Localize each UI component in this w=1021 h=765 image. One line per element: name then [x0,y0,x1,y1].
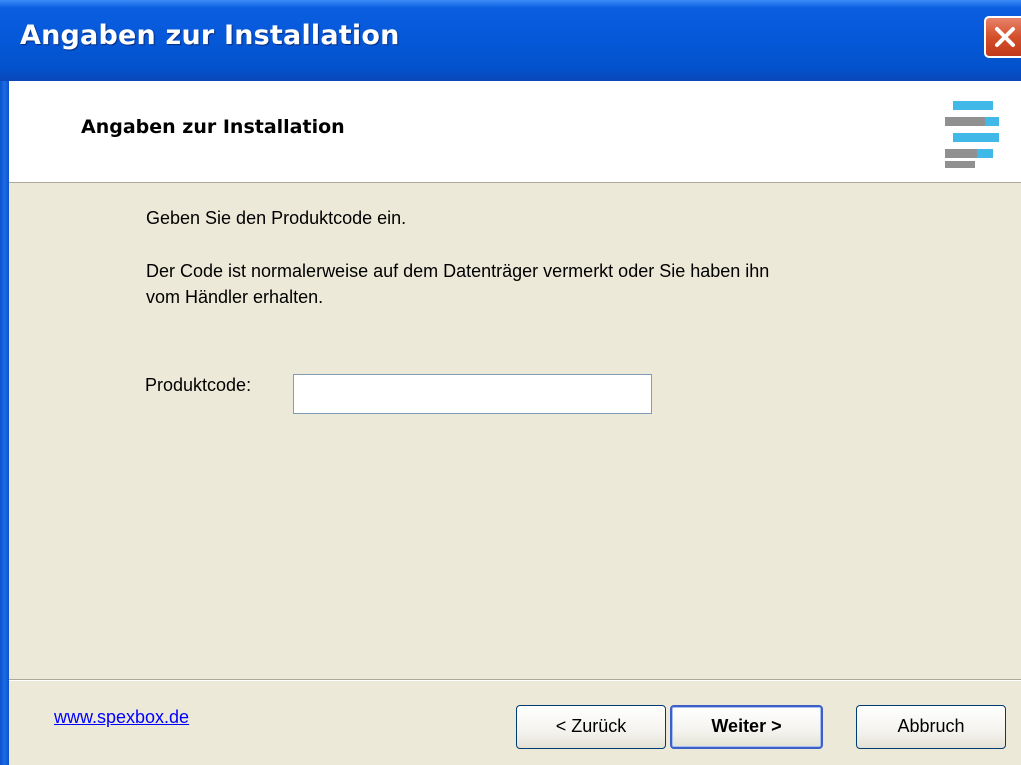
product-code-label: Produktcode: [145,375,252,395]
instruction-text: Geben Sie den Produktcode ein. [146,208,407,228]
setup-logo-icon [945,101,999,168]
window-title: Angaben zur Installation [20,20,400,51]
next-button[interactable]: Weiter > [670,705,823,749]
close-button[interactable] [984,16,1021,58]
back-button[interactable]: < Zurück [516,705,666,749]
description-line-2: vom Händler erhalten. [146,287,324,307]
title-bar[interactable]: Angaben zur Installation [0,0,1021,81]
page-title: Angaben zur Installation [81,116,345,138]
window-left-border [0,81,9,765]
cancel-button[interactable]: Abbruch [856,705,1006,749]
installer-window: Angaben zur Installation Angaben zur Ins… [0,0,1021,765]
footer-separator [9,679,1021,681]
wizard-header: Angaben zur Installation [9,81,1021,183]
product-code-input[interactable] [293,374,652,414]
website-link[interactable]: www.spexbox.de [54,707,189,728]
close-icon [995,27,1015,47]
description-line-1: Der Code ist normalerweise auf dem Daten… [146,261,770,281]
